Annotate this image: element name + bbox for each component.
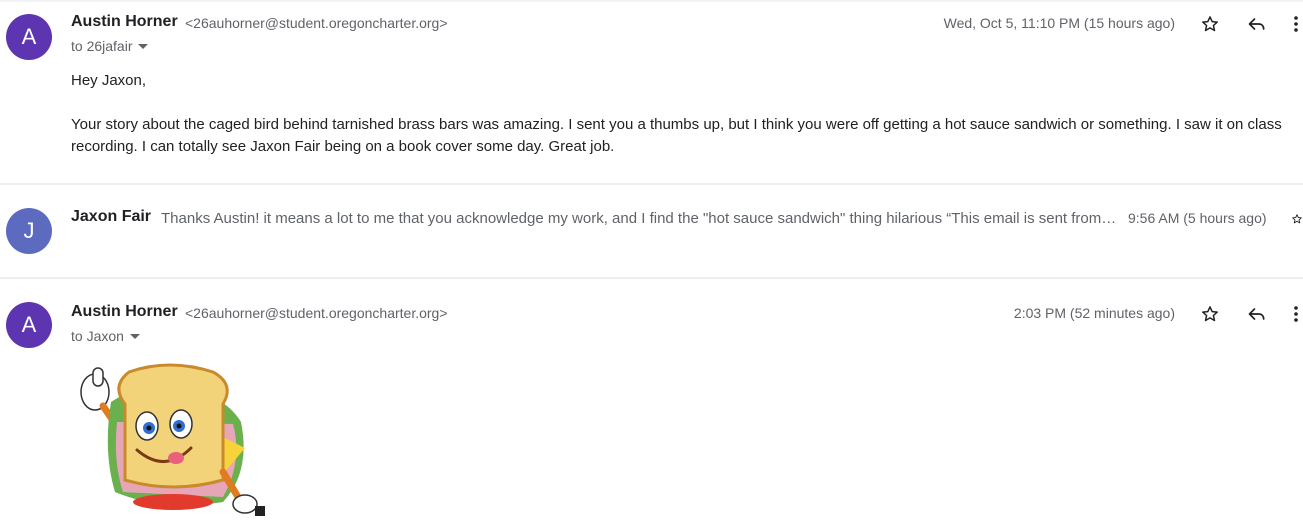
recipient-dropdown[interactable]: to 26jafair: [71, 38, 149, 54]
chevron-down-icon: [138, 43, 149, 49]
reply-icon: [1248, 308, 1265, 320]
sender-name[interactable]: Jaxon Fair: [71, 208, 151, 226]
reply-button[interactable]: [1245, 302, 1269, 326]
recipient-label: to Jaxon: [71, 328, 124, 344]
timestamp: 9:56 AM (5 hours ago): [1128, 210, 1267, 226]
reply-icon: [1248, 18, 1265, 30]
sandwich-image[interactable]: [73, 362, 265, 517]
avatar-letter: J: [23, 218, 35, 243]
chevron-down-icon: [129, 333, 140, 339]
sender-email: <26auhorner@student.oregoncharter.org>: [185, 305, 448, 321]
star-icon: [1202, 306, 1218, 322]
star-icon: [1202, 16, 1218, 32]
top-border: [0, 0, 1303, 2]
message-snippet[interactable]: Thanks Austin! it means a lot to me that…: [161, 210, 1116, 227]
recipient-label: to 26jafair: [71, 38, 133, 54]
timestamp: Wed, Oct 5, 11:10 PM (15 hours ago): [943, 15, 1175, 31]
reply-button[interactable]: [1245, 12, 1269, 36]
star-button[interactable]: [1198, 302, 1222, 326]
avatar[interactable]: A: [6, 302, 52, 348]
star-button[interactable]: [1198, 12, 1222, 36]
more-button[interactable]: [1289, 302, 1303, 326]
timestamp: 2:03 PM (52 minutes ago): [1013, 305, 1175, 321]
avatar[interactable]: J: [6, 208, 52, 254]
sender-name[interactable]: Austin Horner: [71, 303, 178, 321]
avatar-letter: A: [21, 24, 37, 49]
star-icon: [1292, 214, 1302, 224]
email-greeting: Hey Jaxon,: [71, 72, 147, 89]
message-divider: [0, 277, 1303, 279]
more-icon: [1294, 16, 1298, 32]
message-divider: [0, 183, 1303, 185]
more-button[interactable]: [1289, 12, 1303, 36]
more-icon: [1294, 306, 1298, 322]
star-button[interactable]: [1291, 207, 1303, 231]
sender-email: <26auhorner@student.oregoncharter.org>: [185, 15, 448, 31]
sender-name[interactable]: Austin Horner: [71, 13, 178, 31]
sandwich-illustration: [73, 362, 265, 517]
email-body: Your story about the caged bird behind t…: [71, 116, 1282, 155]
recipient-dropdown[interactable]: to Jaxon: [71, 328, 140, 344]
avatar[interactable]: A: [6, 14, 52, 60]
avatar-letter: A: [21, 312, 37, 337]
